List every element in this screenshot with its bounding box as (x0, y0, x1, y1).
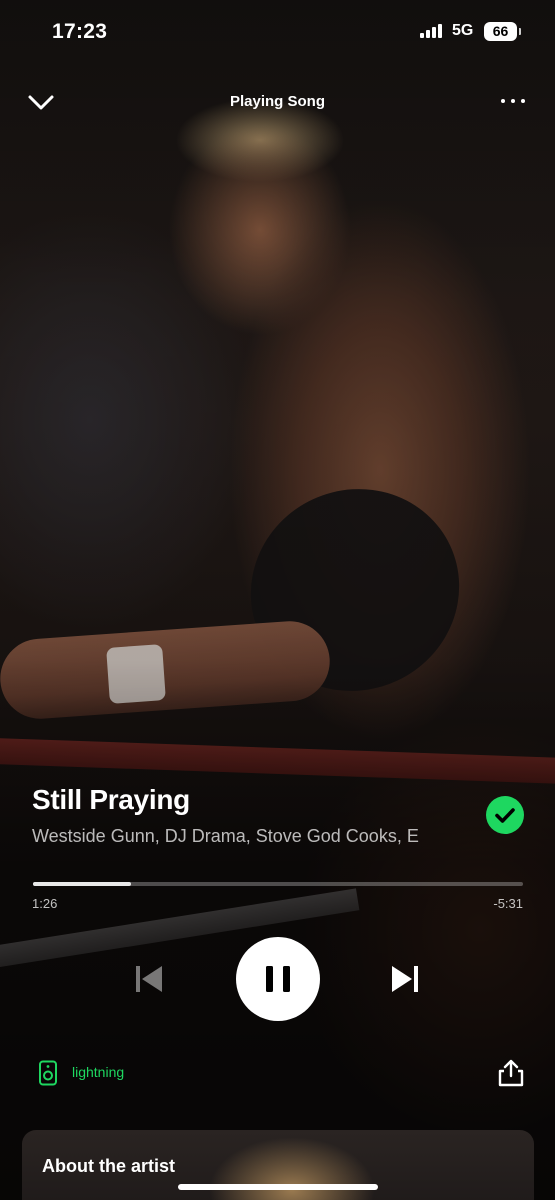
track-artists[interactable]: Westside Gunn, DJ Drama, Stove God Cooks… (32, 826, 450, 847)
next-button[interactable] (388, 962, 422, 996)
progress-fill (33, 882, 131, 886)
more-options-button[interactable] (496, 88, 530, 114)
more-horizontal-icon (501, 99, 505, 103)
battery-indicator: 66 (484, 22, 517, 41)
battery-cap-icon (519, 28, 521, 35)
share-icon (498, 1059, 524, 1087)
home-indicator[interactable] (178, 1184, 378, 1190)
track-title[interactable]: Still Praying (32, 784, 190, 816)
cellular-signal-icon (420, 24, 442, 38)
page-title: Playing Song (229, 93, 325, 110)
status-time: 17:23 (52, 20, 108, 43)
more-dot (511, 99, 515, 103)
skip-next-icon (392, 966, 418, 992)
elapsed-time: 1:26 (32, 896, 58, 911)
check-icon (495, 808, 515, 823)
progress-bar[interactable] (33, 882, 523, 886)
more-dot (521, 99, 525, 103)
liked-button[interactable] (486, 796, 524, 834)
speaker-icon (39, 1060, 57, 1086)
remaining-time: -5:31 (493, 896, 523, 911)
now-playing-screen: 17:23 5G 66 Playing Song Still Praying W… (0, 0, 555, 1200)
skip-previous-icon (136, 966, 162, 992)
share-button[interactable] (496, 1058, 526, 1088)
previous-button[interactable] (132, 962, 166, 996)
pause-icon (266, 966, 290, 992)
network-type: 5G (452, 22, 474, 39)
play-pause-button[interactable] (236, 937, 320, 1021)
about-artist-title: About the artist (42, 1156, 175, 1176)
device-name: lightning (72, 1064, 125, 1080)
